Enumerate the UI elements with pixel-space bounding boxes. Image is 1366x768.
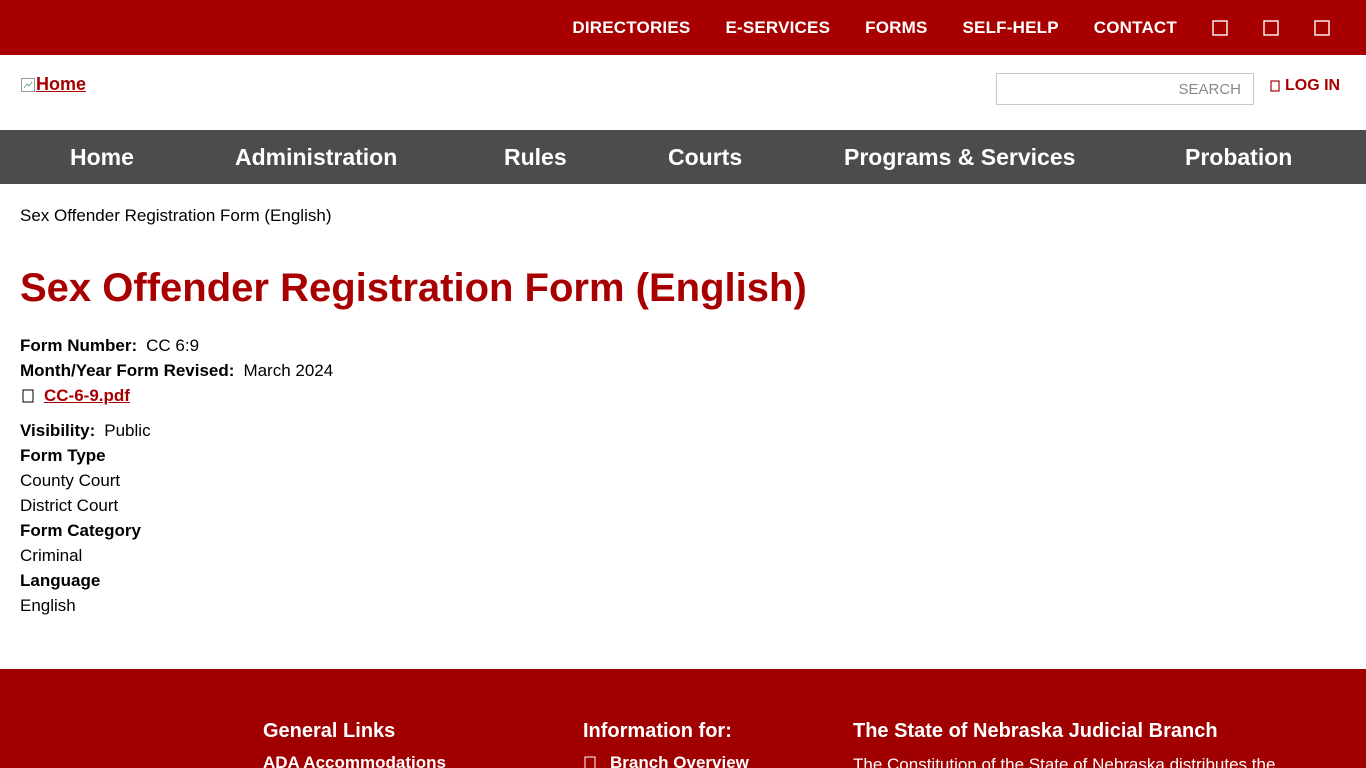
form-type-label: Form Type [20, 443, 333, 468]
revised-row: Month/Year Form Revised: March 2024 [20, 358, 333, 383]
login-label: LOG IN [1285, 77, 1341, 94]
page-title: Sex Offender Registration Form (English) [20, 266, 807, 310]
pdf-download-link[interactable]: CC-6-9.pdf [44, 383, 130, 408]
form-number-label: Form Number: [20, 336, 138, 355]
pdf-file-icon [22, 389, 34, 402]
main-nav-administration[interactable]: Administration [235, 130, 397, 184]
youtube-icon[interactable] [1314, 19, 1330, 36]
facebook-icon[interactable] [1212, 19, 1228, 36]
footer-general-links-title: General Links [263, 720, 396, 742]
form-type-value: County Court [20, 471, 121, 490]
form-number-value: CC 6:9 [146, 336, 200, 355]
main-nav-home[interactable]: Home [70, 130, 134, 184]
top-nav-e-services[interactable]: E-SERVICES [725, 18, 830, 38]
home-logo-link[interactable]: Home [36, 74, 86, 95]
site-logo[interactable]: Home [20, 74, 86, 95]
footer-ada-link[interactable]: ADA Accommodations [263, 753, 446, 768]
twitter-icon[interactable] [1263, 19, 1279, 36]
language-label: Language [20, 568, 333, 593]
revised-value: March 2024 [243, 361, 334, 380]
top-utility-bar: DIRECTORIES E-SERVICES FORMS SELF-HELP C… [0, 0, 1366, 55]
visibility-value: Public [104, 421, 151, 440]
site-footer: General Links ADA Accommodations Informa… [0, 669, 1366, 768]
top-nav-contact[interactable]: CONTACT [1094, 18, 1177, 38]
language-value: English [20, 596, 76, 615]
revised-label: Month/Year Form Revised: [20, 361, 235, 380]
form-type-value: District Court [20, 496, 119, 515]
user-icon [1270, 80, 1280, 92]
language-heading: Language [20, 571, 101, 590]
breadcrumb: Sex Offender Registration Form (English) [20, 206, 332, 225]
main-nav-probation[interactable]: Probation [1185, 130, 1292, 184]
form-category-value: Criminal [20, 546, 83, 565]
form-details: Form Number: CC 6:9 Month/Year Form Revis… [20, 333, 333, 618]
footer-judicial-branch-text: The Constitution of the State of Nebrask… [853, 755, 1276, 768]
form-category-heading: Form Category [20, 521, 141, 540]
search-input[interactable] [996, 73, 1254, 105]
footer-information-title: Information for: [583, 720, 732, 742]
top-nav-directories[interactable]: DIRECTORIES [572, 18, 690, 38]
broken-image-icon [20, 77, 36, 93]
form-category-label: Form Category [20, 518, 333, 543]
site-header: Home LOG IN [0, 55, 1366, 130]
visibility-row: Visibility: Public [20, 418, 333, 443]
main-nav-programs-services[interactable]: Programs & Services [844, 130, 1075, 184]
login-link[interactable]: LOG IN [1270, 77, 1340, 95]
bullet-icon [584, 756, 596, 768]
main-nav-rules[interactable]: Rules [504, 130, 567, 184]
file-row: CC-6-9.pdf [20, 383, 333, 408]
footer-branch-overview-link[interactable]: Branch Overview [610, 753, 749, 768]
main-nav-courts[interactable]: Courts [668, 130, 742, 184]
form-number-row: Form Number: CC 6:9 [20, 333, 333, 358]
visibility-label: Visibility: [20, 421, 96, 440]
top-nav: DIRECTORIES E-SERVICES FORMS SELF-HELP C… [572, 0, 1366, 55]
top-nav-self-help[interactable]: SELF-HELP [963, 18, 1059, 38]
footer-judicial-branch-title: The State of Nebraska Judicial Branch [853, 720, 1218, 742]
form-type-heading: Form Type [20, 446, 106, 465]
top-nav-forms[interactable]: FORMS [865, 18, 927, 38]
main-nav: Home Administration Rules Courts Program… [0, 130, 1366, 184]
